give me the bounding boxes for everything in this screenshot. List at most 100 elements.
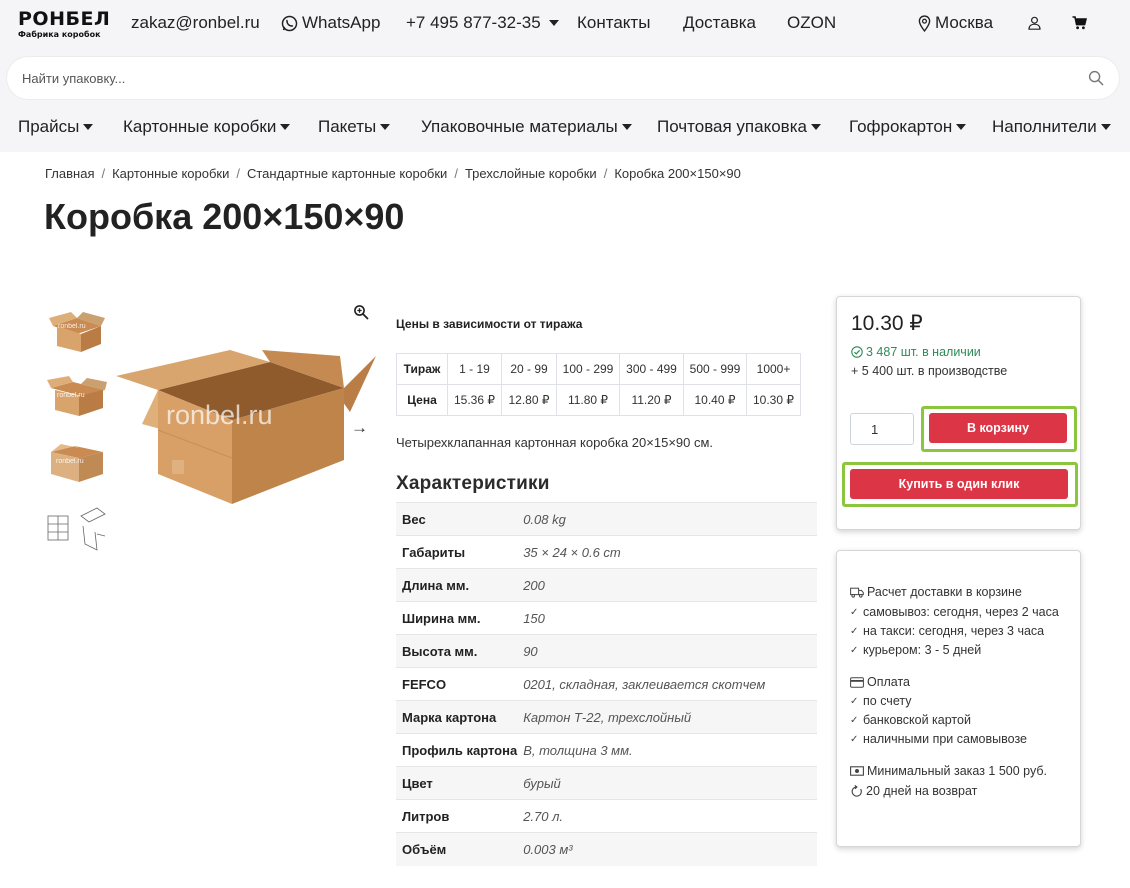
email-link[interactable]: zakaz@ronbel.ru	[131, 13, 260, 33]
nav-item-label: Наполнители	[992, 117, 1097, 136]
nav-delivery[interactable]: Доставка	[683, 13, 756, 33]
nav-contacts[interactable]: Контакты	[577, 13, 650, 33]
spec-row: FEFCO 0201, складная, заклеивается скотче…	[396, 667, 817, 701]
spec-value: Картон Т-22, трехслойный	[517, 700, 817, 734]
search-input[interactable]	[22, 68, 1062, 88]
spec-row: Ширина мм. 150	[396, 601, 817, 635]
spec-key: Вес	[396, 502, 518, 536]
spec-value: 0201, складная, заклеивается скотчем	[517, 667, 817, 701]
breadcrumb-home[interactable]: Главная	[45, 166, 94, 181]
quantity-input[interactable]	[850, 413, 914, 445]
returns-text: 20 дней на возврат	[866, 784, 978, 798]
payment-title: Оплата	[850, 675, 910, 689]
ozon-label: OZON	[787, 13, 837, 32]
whatsapp-link[interactable]: WhatsApp	[281, 13, 380, 33]
nav-item-label: Упаковочные материалы	[421, 117, 618, 136]
phone-dropdown[interactable]: +7 495 877-32-35	[406, 13, 559, 33]
breadcrumb-separator: /	[454, 166, 458, 181]
spec-key: Марка картона	[396, 700, 518, 734]
logo-tagline: Фабрика коробок	[18, 30, 101, 39]
production-status: + 5 400 шт. в производстве	[851, 364, 1008, 378]
stock-text: 3 487 шт. в наличии	[866, 345, 981, 359]
zoom-icon[interactable]	[353, 304, 369, 320]
nav-item-fillers[interactable]: Наполнители	[992, 117, 1111, 137]
delivery-item-text: самовывоз: сегодня, через 2 часа	[863, 605, 1059, 619]
add-to-cart-button[interactable]: В корзину	[929, 413, 1067, 443]
gallery-thumbnail-2[interactable]: ronbel.ru	[47, 372, 107, 422]
delivery-item: ✓ самовывоз: сегодня, через 2 часа	[850, 605, 1059, 619]
breadcrumb-current: Коробка 200×150×90	[614, 166, 741, 181]
check-circle-icon	[851, 346, 863, 358]
spec-value: В, толщина 3 мм.	[517, 733, 817, 767]
breadcrumb-three-layer-boxes[interactable]: Трехслойные коробки	[465, 166, 597, 181]
breadcrumb-separator: /	[236, 166, 240, 181]
spec-row: Литров 2.70 л.	[396, 799, 817, 833]
svg-text:ronbel.ru: ronbel.ru	[58, 323, 86, 330]
tier-qty-cell: 500 - 999	[683, 353, 747, 385]
spec-row: Высота мм. 90	[396, 634, 817, 668]
delivery-item-text: на такси: сегодня, через 3 часа	[863, 624, 1045, 638]
spec-key: Профиль картона	[396, 733, 518, 767]
buy-one-click-button[interactable]: Купить в один клик	[850, 469, 1068, 499]
spec-key: FEFCO	[396, 667, 518, 701]
nav-item-label: Прайсы	[18, 117, 80, 136]
check-icon: ✓	[850, 644, 859, 656]
nav-item-prices[interactable]: Прайсы	[18, 117, 94, 137]
nav-item-packing-materials[interactable]: Упаковочные материалы	[421, 117, 632, 137]
breadcrumb-cardboard-boxes[interactable]: Картонные коробки	[112, 166, 229, 181]
breadcrumb-separator: /	[603, 166, 608, 181]
nav-item-bags[interactable]: Пакеты	[318, 117, 391, 137]
spec-key: Высота мм.	[396, 634, 518, 668]
delivery-label: Доставка	[683, 13, 757, 32]
spec-key: Литров	[396, 799, 518, 833]
svg-text:ronbel.ru: ronbel.ru	[56, 458, 84, 465]
contacts-label: Контакты	[577, 13, 651, 32]
cart-button[interactable]	[1072, 16, 1088, 35]
search-icon[interactable]	[1088, 70, 1104, 86]
delivery-item: ✓ на такси: сегодня, через 3 часа	[850, 624, 1044, 638]
breadcrumb-separator: /	[101, 166, 106, 181]
spec-value: 200	[517, 568, 817, 602]
site-header: РОНБЕЛ Фабрика коробок zakaz@ronbel.ru W…	[0, 0, 1130, 152]
tier-qty-row: Тираж 1 - 19 20 - 99 100 - 299 300 - 499…	[396, 353, 801, 385]
phone-number: +7 495 877-32-35	[406, 13, 541, 32]
spec-key: Габариты	[396, 535, 518, 569]
delivery-item-text: курьером: 3 - 5 дней	[863, 643, 982, 657]
payment-item-text: по счету	[863, 694, 912, 708]
product-price: 10.30 ₽	[851, 312, 923, 335]
photo-watermark: ronbel.ru	[166, 400, 273, 430]
tier-qty-label: Тираж	[396, 353, 448, 385]
gallery-next-arrow[interactable]: →	[351, 418, 368, 438]
nav-item-corrugated-board[interactable]: Гофрокартон	[849, 117, 967, 137]
city-selector[interactable]: Москва	[918, 13, 993, 33]
tier-price-cell: 10.40 ₽	[683, 384, 747, 416]
chevron-down-icon	[548, 20, 559, 26]
spec-row: Длина мм. 200	[396, 568, 817, 602]
tier-price-label: Цена	[396, 384, 448, 416]
breadcrumb-standard-boxes[interactable]: Стандартные картонные коробки	[247, 166, 447, 181]
spec-value: бурый	[517, 766, 817, 800]
gallery-thumbnail-3[interactable]: ronbel.ru	[47, 438, 107, 488]
tier-qty-cell: 1 - 19	[447, 353, 502, 385]
payment-item: ✓ банковской картой	[850, 713, 971, 727]
chevron-down-icon	[810, 124, 821, 130]
spec-key: Цвет	[396, 766, 518, 800]
nav-item-cardboard-boxes[interactable]: Картонные коробки	[123, 117, 291, 137]
site-logo[interactable]: РОНБЕЛ Фабрика коробок	[18, 10, 110, 40]
min-order-text: Минимальный заказ 1 500 руб.	[867, 764, 1048, 778]
nav-ozon[interactable]: OZON	[787, 13, 836, 33]
spec-value: 0.003 м³	[517, 832, 817, 866]
product-photo[interactable]: ronbel.ru	[112, 348, 378, 508]
spec-row: Цвет бурый	[396, 766, 817, 800]
spec-value: 150	[517, 601, 817, 635]
account-button[interactable]	[1028, 16, 1041, 35]
check-icon: ✓	[850, 625, 859, 637]
gallery-thumbnail-4[interactable]	[47, 504, 107, 554]
tier-price-heading: Цены в зависимости от тиража	[396, 317, 583, 331]
stock-status: 3 487 шт. в наличии	[851, 345, 981, 359]
tier-qty-cell: 300 - 499	[619, 353, 684, 385]
gallery-thumbnail-1[interactable]: ronbel.ru	[47, 306, 107, 356]
spec-key: Длина мм.	[396, 568, 518, 602]
nav-item-postal-packaging[interactable]: Почтовая упаковка	[657, 117, 821, 137]
payment-item: ✓ наличными при самовывозе	[850, 732, 1027, 746]
